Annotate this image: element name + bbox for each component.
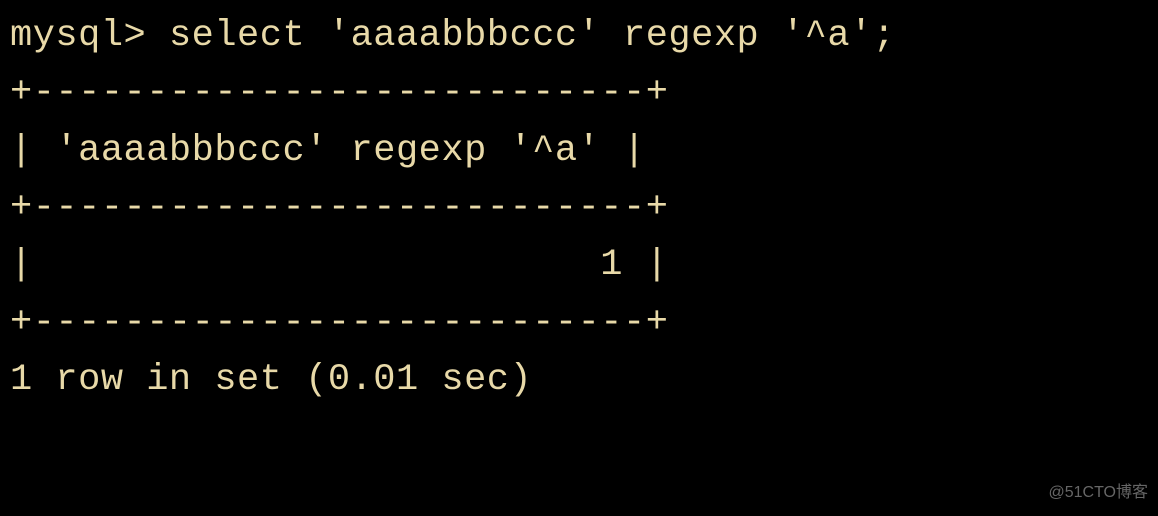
mysql-prompt: mysql> (10, 15, 169, 57)
table-border-mid: +---------------------------+ (10, 180, 1148, 237)
command-line[interactable]: mysql> select 'aaaabbbccc' regexp '^a'; (10, 8, 1148, 65)
sql-command: select 'aaaabbbccc' regexp '^a'; (169, 15, 896, 57)
table-border-bot: +---------------------------+ (10, 295, 1148, 352)
table-header-row: | 'aaaabbbccc' regexp '^a' | (10, 123, 1148, 180)
table-data-row: | 1 | (10, 237, 1148, 294)
status-line: 1 row in set (0.01 sec) (10, 352, 1148, 409)
watermark: @51CTO博客 (1048, 481, 1148, 506)
table-border-top: +---------------------------+ (10, 65, 1148, 122)
